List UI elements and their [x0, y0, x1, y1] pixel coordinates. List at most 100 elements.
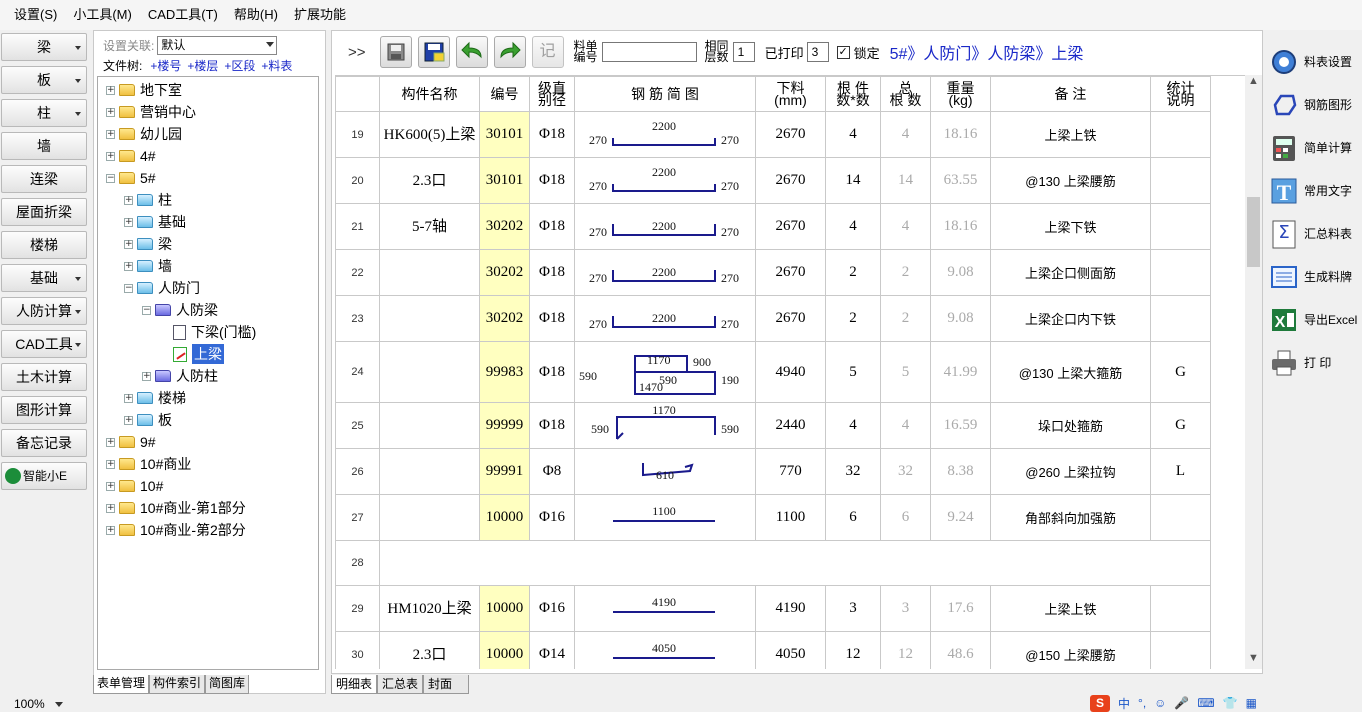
tree-node[interactable]: + 幼儿园 [106, 123, 182, 145]
left-tool-button[interactable]: 土木计算 [1, 363, 87, 391]
record-button[interactable]: 记 [531, 36, 564, 68]
tree-node[interactable]: +10#商业-第2部分 [106, 519, 246, 541]
scroll-up-icon[interactable]: ▲ [1245, 75, 1262, 92]
scroll-down-icon[interactable]: ▼ [1245, 652, 1262, 669]
stat-note-cell[interactable] [1150, 295, 1211, 342]
component-name-cell[interactable]: 2.3口 [379, 631, 480, 669]
tree-node[interactable]: + 营销中心 [106, 101, 196, 123]
save-as-button[interactable] [417, 36, 450, 68]
cut-length-cell[interactable]: 2670 [755, 249, 826, 296]
table-row[interactable]: 30 2.3口 10000 Φ14 4050 4050 12 12 48.6 @150 上梁腰筋 [335, 631, 1211, 669]
setting-association-select[interactable]: 默认 [157, 35, 278, 55]
table-row[interactable]: 27 10000 Φ16 1100 1100 6 6 9.24 角部斜向加强筋 [335, 494, 1211, 541]
code-cell[interactable]: 30202 [479, 203, 530, 250]
menu-item[interactable]: 小工具(M) [65, 0, 140, 30]
table-row[interactable]: 20 2.3口 30101 Φ18 2200 270 270 2670 14 14 63.55 @13… [335, 157, 1211, 204]
stat-note-cell[interactable]: G [1150, 402, 1211, 449]
rebar-shape-cell[interactable]: 4190 [574, 585, 756, 632]
scroll-thumb[interactable] [1247, 197, 1260, 267]
tree-node[interactable]: 下梁(门槛) [160, 321, 256, 343]
code-cell[interactable]: 99999 [479, 402, 530, 449]
save-button[interactable] [379, 36, 412, 68]
rebar-shape-cell[interactable]: 2200 270 270 [574, 249, 756, 296]
vertical-scrollbar[interactable]: ▲ ▼ [1245, 75, 1262, 669]
menu-item[interactable]: 扩展功能 [286, 0, 354, 30]
note-cell[interactable]: 上梁下铁 [990, 203, 1151, 250]
tree-node[interactable]: +10#商业 [106, 453, 191, 475]
rebar-shape-cell[interactable]: 2200 270 270 [574, 157, 756, 204]
sheet-tab[interactable]: 汇总表 [377, 675, 424, 694]
tree-node[interactable]: + 梁 [124, 233, 172, 255]
tree-add-link[interactable]: +楼号 [150, 57, 181, 74]
code-cell[interactable]: 30202 [479, 249, 530, 296]
ime-glyph[interactable]: 👕 [1223, 696, 1238, 710]
table-row[interactable]: 29 HM1020上梁 10000 Φ16 4190 4190 3 3 17.6 上梁上铁 [335, 585, 1211, 632]
left-tool-button[interactable]: 板 [1, 66, 87, 94]
collapse-icon[interactable]: − [106, 173, 115, 183]
code-cell[interactable]: 30101 [479, 111, 530, 158]
stat-note-cell[interactable] [1150, 249, 1211, 296]
count-cell[interactable]: 6 [825, 494, 881, 541]
note-cell[interactable]: @260 上梁拉钩 [990, 448, 1151, 495]
table-row[interactable]: 22 30202 Φ18 2200 270 270 2670 2 2 9.08 上梁企口侧面筋 [335, 249, 1211, 296]
stat-note-cell[interactable] [1150, 585, 1211, 632]
component-name-cell[interactable] [379, 341, 480, 403]
note-cell[interactable]: 上梁上铁 [990, 111, 1151, 158]
note-cell[interactable]: @130 上梁腰筋 [990, 157, 1151, 204]
table-row[interactable]: 21 5-7轴 30202 Φ18 2200 270 270 2670 4 4 18.16 上梁下铁 [335, 203, 1211, 250]
printed-count-input[interactable]: 3 [806, 42, 829, 62]
component-name-cell[interactable] [379, 249, 480, 296]
empty-row-cell[interactable] [379, 540, 1211, 586]
expand-icon[interactable]: + [106, 437, 115, 447]
rebar-shape-cell[interactable]: 4050 [574, 631, 756, 669]
table-row[interactable]: 25 99999 Φ18 1170 590 590 2440 4 4 16.59 垛口处箍筋 G [335, 402, 1211, 449]
component-name-cell[interactable] [379, 448, 480, 495]
cut-length-cell[interactable]: 770 [755, 448, 826, 495]
rebar-shape-cell[interactable]: 2200 270 270 [574, 295, 756, 342]
cut-length-cell[interactable]: 4190 [755, 585, 826, 632]
left-tool-button[interactable]: 智能小E [1, 462, 87, 490]
note-cell[interactable]: 上梁企口内下铁 [990, 295, 1151, 342]
ime-glyph[interactable]: S [1090, 694, 1110, 712]
cut-length-cell[interactable]: 1100 [755, 494, 826, 541]
zoom-select[interactable]: 100% [14, 697, 63, 711]
ime-glyph[interactable]: ⌨ [1197, 696, 1214, 710]
left-tool-button[interactable]: 人防计算 [1, 297, 87, 325]
stat-note-cell[interactable]: G [1150, 341, 1211, 403]
expand-icon[interactable]: + [106, 151, 115, 161]
sheet-tab[interactable]: 明细表 [331, 675, 378, 694]
count-cell[interactable]: 4 [825, 111, 881, 158]
nav-expand-button[interactable]: >> [348, 44, 366, 61]
note-cell[interactable]: 上梁上铁 [990, 585, 1151, 632]
tree-node[interactable]: − 人防梁 [142, 299, 218, 321]
cut-length-cell[interactable]: 2670 [755, 111, 826, 158]
expand-icon[interactable]: + [142, 371, 151, 381]
right-tool-button[interactable]: X 导出Excel [1266, 298, 1362, 341]
component-name-cell[interactable]: HM1020上梁 [379, 585, 480, 632]
tree-node[interactable]: +10#商业-第1部分 [106, 497, 246, 519]
rebar-shape-cell[interactable]: 2200 270 270 [574, 111, 756, 158]
lock-checkbox[interactable]: ✓ [836, 45, 850, 59]
sheet-no-input[interactable] [601, 42, 697, 62]
grade-diameter-cell[interactable]: Φ8 [529, 448, 575, 495]
count-cell[interactable]: 32 [825, 448, 881, 495]
tree-node[interactable]: + 板 [124, 409, 172, 431]
undo-button[interactable] [455, 36, 488, 68]
count-cell[interactable]: 2 [825, 295, 881, 342]
tree-tab[interactable]: 简图库 [205, 675, 250, 694]
tree-node[interactable]: + 地下室 [106, 79, 182, 101]
tree-node[interactable]: − 人防门 [124, 277, 200, 299]
table-row[interactable]: 19 HK600(5)上梁 30101 Φ18 2200 270 270 2670 4 4 18.1… [335, 111, 1211, 158]
tree-node[interactable]: + 柱 [124, 189, 172, 211]
collapse-icon[interactable]: − [142, 305, 151, 315]
expand-icon[interactable]: + [106, 525, 115, 535]
grade-diameter-cell[interactable]: Φ16 [529, 494, 575, 541]
code-cell[interactable]: 99991 [479, 448, 530, 495]
right-tool-button[interactable]: 钢筋图形 [1266, 83, 1362, 126]
note-cell[interactable]: @130 上梁大箍筋 [990, 341, 1151, 403]
note-cell[interactable]: 角部斜向加强筋 [990, 494, 1151, 541]
tree-add-link[interactable]: +楼层 [187, 57, 218, 74]
grade-diameter-cell[interactable]: Φ18 [529, 157, 575, 204]
menu-item[interactable]: 设置(S) [6, 0, 65, 30]
same-floor-input[interactable]: 1 [732, 42, 755, 62]
